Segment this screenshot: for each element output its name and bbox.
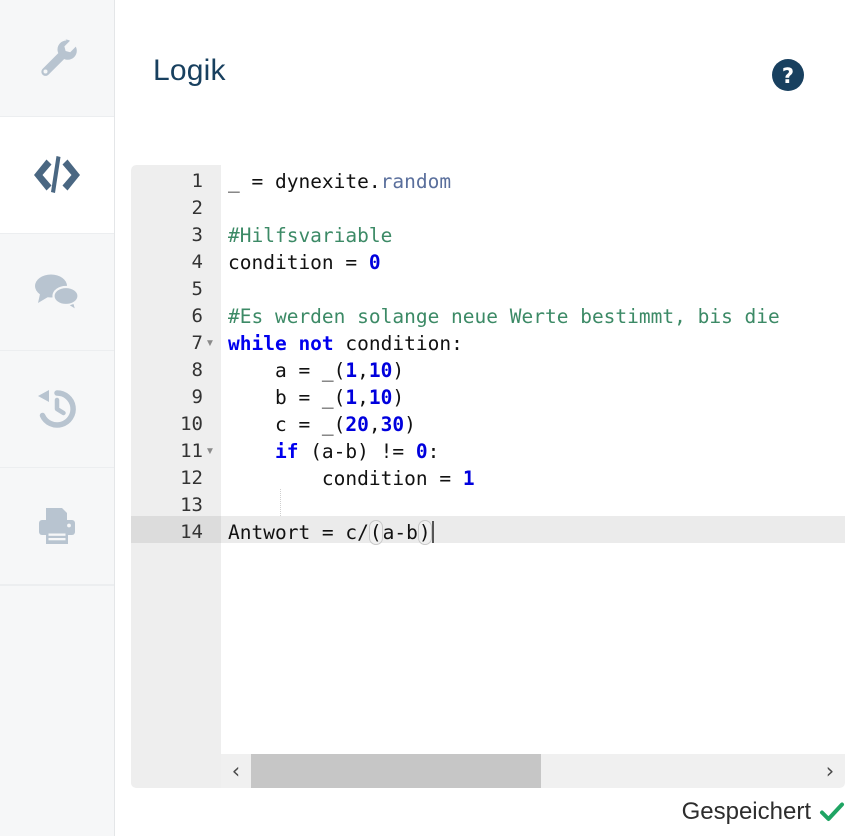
code-line[interactable]: a = _(1,10) [228, 357, 404, 384]
line-number: 8 [191, 359, 203, 381]
line-number: 3 [191, 224, 203, 246]
code-editor[interactable]: 1 2 3 4 5 6 7 8 9 10 11 12 13 14 ▼ ▼ _ =… [131, 165, 845, 788]
code-line-active[interactable]: Antwort = c/(a-b) [228, 519, 434, 546]
line-number: 1 [191, 170, 203, 192]
code-line[interactable]: while not condition: [228, 330, 463, 357]
sidebar-item-history[interactable] [0, 351, 114, 468]
scroll-right-arrow-icon[interactable]: › [815, 754, 845, 788]
code-line[interactable]: #Hilfsvariable [228, 222, 392, 249]
left-sidebar [0, 0, 115, 836]
line-number-gutter: 1 2 3 4 5 6 7 8 9 10 11 12 13 14 ▼ ▼ [131, 165, 221, 788]
check-icon [819, 799, 845, 825]
line-number: 9 [191, 386, 203, 408]
line-number: 4 [191, 251, 203, 273]
code-line[interactable]: b = _(1,10) [228, 384, 404, 411]
help-button[interactable]: ? [770, 57, 806, 93]
indent-guide [280, 489, 281, 516]
gutter-scroll-pad [131, 754, 221, 788]
text-cursor [431, 521, 434, 543]
sidebar-item-comments[interactable] [0, 234, 114, 351]
wrench-icon [33, 34, 81, 82]
code-line[interactable]: c = _(20,30) [228, 411, 416, 438]
code-line[interactable]: #Es werden solange neue Werte bestimmt, … [228, 303, 780, 330]
horizontal-scrollbar[interactable]: ‹ › [221, 754, 845, 788]
line-number: 7 [191, 332, 203, 354]
code-line[interactable]: condition = 0 [228, 249, 381, 276]
scroll-left-arrow-icon[interactable]: ‹ [221, 754, 251, 788]
sidebar-empty-area [0, 585, 114, 836]
fold-arrow-icon[interactable]: ▼ [205, 438, 217, 465]
line-number: 10 [180, 413, 203, 435]
line-number: 5 [191, 278, 203, 300]
code-line[interactable]: _ = dynexite.random [228, 168, 451, 195]
code-line[interactable]: condition = 1 [228, 465, 475, 492]
line-number: 14 [180, 521, 203, 543]
fold-arrow-icon[interactable]: ▼ [205, 330, 217, 357]
save-status-text: Gespeichert [681, 798, 811, 825]
line-number: 12 [180, 467, 203, 489]
line-number: 11 [180, 440, 203, 462]
chat-icon [32, 270, 82, 314]
code-editor-page: Logik ? 1 2 3 4 5 6 7 8 9 10 11 12 13 14… [0, 0, 853, 836]
code-line[interactable]: if (a-b) != 0: [228, 438, 439, 465]
printer-icon [34, 503, 80, 549]
sidebar-item-print[interactable] [0, 468, 114, 585]
sidebar-item-code[interactable] [0, 117, 114, 234]
line-number: 2 [191, 197, 203, 219]
line-number: 13 [180, 494, 203, 516]
svg-text:?: ? [782, 64, 794, 88]
status-bar: Gespeichert [131, 792, 845, 832]
code-icon [31, 152, 83, 198]
page-title: Logik [153, 54, 226, 87]
sidebar-item-settings[interactable] [0, 0, 114, 117]
page-header: Logik ? [115, 0, 853, 150]
line-number: 6 [191, 305, 203, 327]
scrollbar-thumb[interactable] [251, 754, 541, 788]
history-icon [33, 386, 81, 432]
scrollbar-track[interactable] [251, 754, 815, 788]
code-text-area[interactable]: _ = dynexite.random #Hilfsvariable condi… [221, 165, 845, 754]
